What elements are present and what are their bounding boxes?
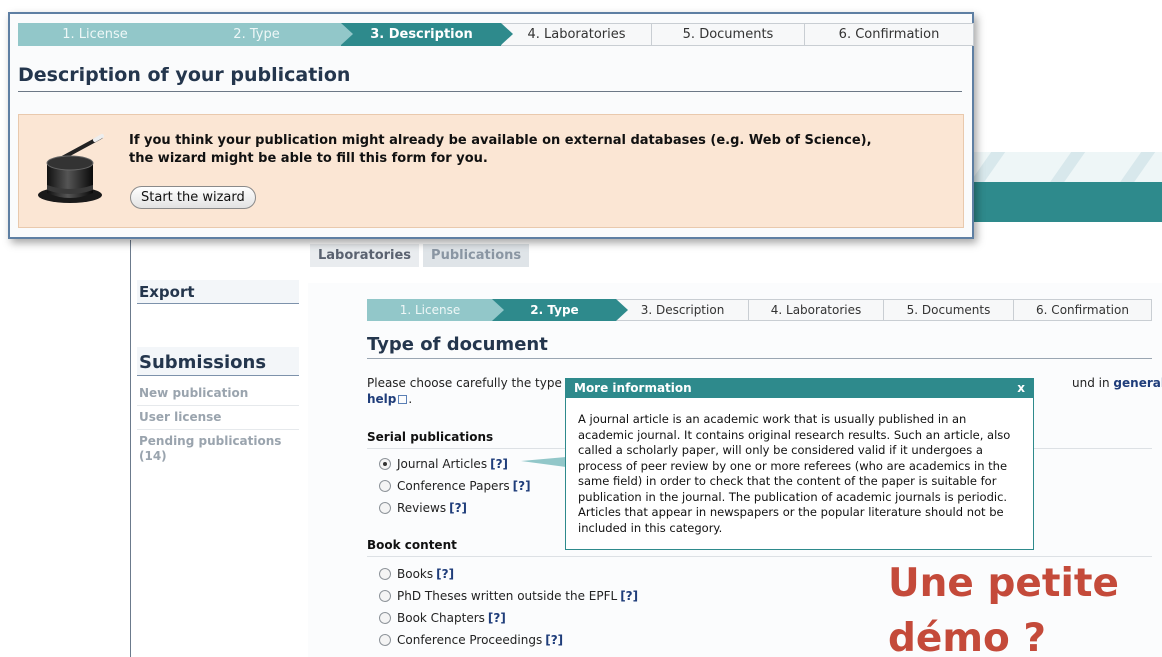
radio-phd-theses[interactable]: PhD Theses written outside the EPFL [?]	[379, 589, 638, 603]
help-link-journal-articles[interactable]: [?]	[490, 457, 508, 471]
step-type: 2. Type	[492, 299, 628, 321]
radio-label: Journal Articles	[397, 457, 488, 471]
radio-button[interactable]	[379, 502, 391, 514]
tooltip-line: Articles that appear in newspapers or th…	[578, 505, 1004, 519]
help-link-conference-papers[interactable]: [?]	[513, 479, 531, 493]
type-progress-steps: 1. License 2. Type 3. Description 4. Lab…	[367, 299, 1152, 321]
tooltip-line: publication in the journal. The publicat…	[578, 489, 1008, 504]
tooltip-pointer	[521, 457, 566, 467]
step-license[interactable]: 1. License	[18, 23, 183, 46]
left-divider	[130, 240, 131, 657]
wizard-message-line2: the wizard might be able to fill this fo…	[129, 151, 488, 166]
sidebar-export-heading[interactable]: Export	[137, 280, 299, 304]
help-link-phd-theses[interactable]: [?]	[620, 589, 638, 603]
step-documents: 5. Documents	[883, 299, 1013, 321]
wizard-message: If you think your publication might alre…	[129, 132, 872, 168]
step-confirmation: 6. Confirmation	[1013, 299, 1152, 321]
description-progress-steps: 1. License 2. Type 3. Description 4. Lab…	[18, 23, 974, 46]
tooltip-title: More information	[574, 381, 692, 395]
tooltip-line: called a scholarly paper, will only be c…	[578, 443, 983, 457]
help-link[interactable]: help	[367, 392, 396, 406]
radio-label: Conference Proceedings	[397, 633, 543, 647]
tab-publications[interactable]: Publications	[423, 244, 530, 267]
radio-button[interactable]	[379, 458, 391, 470]
sidebar: Export Submissions New publication User …	[137, 280, 299, 468]
tooltip-line: A journal article is an academic work th…	[578, 412, 967, 426]
step-type[interactable]: 2. Type	[171, 23, 353, 46]
radio-button[interactable]	[379, 634, 391, 646]
step-documents: 5. Documents	[651, 23, 804, 46]
sidebar-item-user-license[interactable]: User license	[137, 406, 299, 430]
radio-conference-proceedings[interactable]: Conference Proceedings [?]	[379, 633, 563, 647]
demo-caption: Une petite démo ?	[888, 556, 1119, 657]
demo-caption-line2: démo ?	[888, 616, 1046, 657]
wizard-message-line1: If you think your publication might alre…	[129, 133, 872, 148]
tooltip-body: A journal article is an academic work th…	[566, 398, 1033, 536]
sidebar-item-new-publication[interactable]: New publication	[137, 382, 299, 406]
description-panel: 1. License 2. Type 3. Description 4. Lab…	[8, 12, 974, 239]
step-laboratories: 4. Laboratories	[748, 299, 883, 321]
tooltip-line: academic journal. It contains original r…	[578, 427, 1011, 442]
radio-label: Book Chapters	[397, 611, 485, 625]
radio-button[interactable]	[379, 590, 391, 602]
intro-suffix: .	[408, 392, 413, 406]
more-info-tooltip: More information x A journal article is …	[565, 378, 1034, 550]
step-license[interactable]: 1. License	[367, 299, 504, 321]
start-wizard-button[interactable]: Start the wizard	[130, 186, 256, 209]
radio-label: Reviews	[397, 501, 447, 515]
radio-journal-articles[interactable]: Journal Articles [?]	[379, 457, 508, 471]
radio-label: Books	[397, 567, 434, 581]
wizard-notice: If you think your publication might alre…	[18, 114, 964, 228]
help-link-books[interactable]: [?]	[436, 567, 454, 581]
step-description: 3. Description	[341, 23, 513, 46]
step-description: 3. Description	[616, 299, 748, 321]
radio-reviews[interactable]: Reviews [?]	[379, 501, 467, 515]
step-laboratories: 4. Laboratories	[501, 23, 651, 46]
panel-title: Description of your publication	[18, 64, 962, 92]
radio-label: PhD Theses written outside the EPFL	[397, 589, 618, 603]
help-link-book-chapters[interactable]: [?]	[488, 611, 506, 625]
tooltip-line: same field) in order to check that the c…	[578, 474, 997, 488]
page-title: Type of document	[367, 334, 1152, 359]
radio-label: Conference Papers	[397, 479, 510, 493]
tooltip-line: included in this category.	[578, 520, 723, 535]
intro-text-end: und in	[1072, 376, 1110, 390]
intro-text-start: Please choose carefully the type c	[367, 376, 573, 390]
sidebar-submissions-heading: Submissions	[137, 347, 299, 376]
tooltip-close-button[interactable]: x	[1017, 379, 1025, 398]
radio-button[interactable]	[379, 568, 391, 580]
help-link-reviews[interactable]: [?]	[449, 501, 467, 515]
main-tabs: Laboratories Publications	[310, 244, 530, 267]
magic-hat-icon	[38, 134, 104, 203]
tab-laboratories[interactable]: Laboratories	[310, 244, 420, 267]
general-help-link[interactable]: general	[1113, 376, 1162, 390]
radio-conference-papers[interactable]: Conference Papers [?]	[379, 479, 531, 493]
radio-books[interactable]: Books [?]	[379, 567, 454, 581]
radio-book-chapters[interactable]: Book Chapters [?]	[379, 611, 506, 625]
tooltip-line: process of peer review by one or more re…	[578, 458, 1008, 473]
radio-button[interactable]	[379, 612, 391, 624]
sidebar-item-pending-publications[interactable]: Pending publications (14)	[137, 430, 299, 468]
step-confirmation: 6. Confirmation	[804, 23, 974, 46]
external-link-icon	[398, 395, 408, 404]
help-link-conference-proceedings[interactable]: [?]	[545, 633, 563, 647]
radio-button[interactable]	[379, 480, 391, 492]
demo-caption-line1: Une petite	[888, 561, 1119, 606]
